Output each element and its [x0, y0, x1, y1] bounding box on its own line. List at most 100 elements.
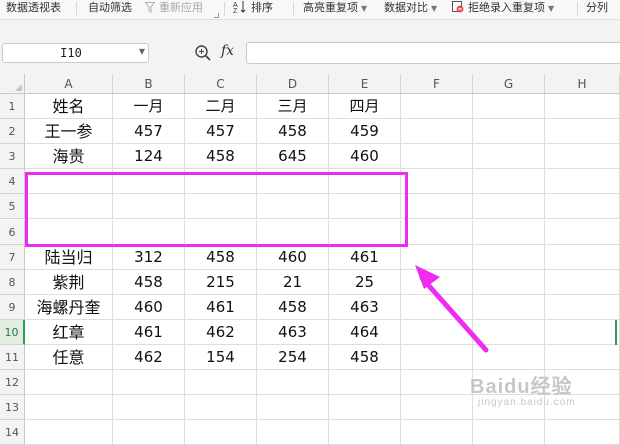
cell-b3[interactable]: 124: [113, 144, 185, 170]
row-header-14[interactable]: 14: [0, 420, 25, 445]
column-header-a[interactable]: A: [25, 74, 113, 94]
cell-c10[interactable]: 462: [185, 319, 257, 345]
cell-d3[interactable]: 645: [257, 144, 329, 170]
auto-filter-button[interactable]: 自动筛选: [88, 0, 132, 18]
column-header-e[interactable]: E: [329, 74, 401, 94]
row-header-8[interactable]: 8: [0, 269, 25, 295]
cell-g5[interactable]: [473, 194, 545, 220]
cell-a12[interactable]: [25, 370, 113, 396]
cell-e8[interactable]: 25: [329, 269, 401, 295]
row-header-4[interactable]: 4: [0, 169, 25, 195]
cell-d2[interactable]: 458: [257, 119, 329, 145]
cell-d9[interactable]: 458: [257, 294, 329, 320]
column-header-d[interactable]: D: [257, 74, 329, 94]
cell-b8[interactable]: 458: [113, 269, 185, 295]
column-header-b[interactable]: B: [113, 74, 185, 94]
cell-a1[interactable]: 姓名: [25, 94, 113, 120]
cell-c11[interactable]: 154: [185, 345, 257, 371]
row-header-13[interactable]: 13: [0, 395, 25, 421]
cell-f13[interactable]: [401, 395, 473, 421]
cell-g3[interactable]: [473, 144, 545, 170]
cell-e2[interactable]: 459: [329, 119, 401, 145]
cell-c13[interactable]: [185, 395, 257, 421]
cell-f3[interactable]: [401, 144, 473, 170]
cell-a13[interactable]: [25, 395, 113, 421]
cell-h10[interactable]: [545, 319, 620, 345]
cell-f1[interactable]: [401, 94, 473, 120]
cell-h6[interactable]: [545, 219, 620, 245]
cell-c12[interactable]: [185, 370, 257, 396]
cell-b12[interactable]: [113, 370, 185, 396]
row-header-3[interactable]: 3: [0, 144, 25, 170]
cell-h3[interactable]: [545, 144, 620, 170]
row-header-12[interactable]: 12: [0, 370, 25, 396]
column-header-g[interactable]: G: [473, 74, 545, 94]
cell-f14[interactable]: [401, 420, 473, 445]
cell-b14[interactable]: [113, 420, 185, 445]
cell-d1[interactable]: 三月: [257, 94, 329, 120]
cell-c1[interactable]: 二月: [185, 94, 257, 120]
cell-c8[interactable]: 215: [185, 269, 257, 295]
row-header-11[interactable]: 11: [0, 345, 25, 371]
cell-a9[interactable]: 海螺丹奎: [25, 294, 113, 320]
cell-c2[interactable]: 457: [185, 119, 257, 145]
cell-e10[interactable]: 464: [329, 319, 401, 345]
cell-d7[interactable]: 460: [257, 244, 329, 270]
cell-b2[interactable]: 457: [113, 119, 185, 145]
cell-h9[interactable]: [545, 294, 620, 320]
zoom-search-icon[interactable]: [194, 44, 212, 66]
cell-f5[interactable]: [401, 194, 473, 220]
cell-f4[interactable]: [401, 169, 473, 195]
name-box[interactable]: I10 ▼: [2, 43, 149, 63]
cell-f12[interactable]: [401, 370, 473, 396]
cell-e1[interactable]: 四月: [329, 94, 401, 120]
cell-b9[interactable]: 460: [113, 294, 185, 320]
cell-e11[interactable]: 458: [329, 345, 401, 371]
data-compare-button[interactable]: 数据对比 ▼: [384, 0, 437, 18]
cell-g1[interactable]: [473, 94, 545, 120]
cell-h11[interactable]: [545, 345, 620, 371]
cell-g6[interactable]: [473, 219, 545, 245]
row-header-7[interactable]: 7: [0, 244, 25, 270]
cell-b11[interactable]: 462: [113, 345, 185, 371]
column-header-c[interactable]: C: [185, 74, 257, 94]
cell-b7[interactable]: 312: [113, 244, 185, 270]
row-header-10[interactable]: 10: [0, 319, 25, 345]
cell-d12[interactable]: [257, 370, 329, 396]
cell-d8[interactable]: 21: [257, 269, 329, 295]
cell-f2[interactable]: [401, 119, 473, 145]
cell-a14[interactable]: [25, 420, 113, 445]
formula-input[interactable]: [246, 42, 620, 64]
chevron-down-icon[interactable]: ▼: [139, 47, 145, 56]
column-header-h[interactable]: H: [545, 74, 620, 94]
cell-d10[interactable]: 463: [257, 319, 329, 345]
cell-c14[interactable]: [185, 420, 257, 445]
select-all-corner[interactable]: [0, 74, 25, 94]
cell-a2[interactable]: 王一参: [25, 119, 113, 145]
reject-duplicates-button[interactable]: 拒绝录入重复项 ▼: [452, 0, 554, 18]
row-header-6[interactable]: 6: [0, 219, 25, 245]
cell-d14[interactable]: [257, 420, 329, 445]
group-launcher-icon[interactable]: [214, 13, 219, 18]
cell-h4[interactable]: [545, 169, 620, 195]
cell-d11[interactable]: 254: [257, 345, 329, 371]
cell-g4[interactable]: [473, 169, 545, 195]
cell-d13[interactable]: [257, 395, 329, 421]
row-header-9[interactable]: 9: [0, 294, 25, 320]
cell-f6[interactable]: [401, 219, 473, 245]
split-column-button[interactable]: 分列: [586, 0, 608, 18]
cell-a11[interactable]: 任意: [25, 345, 113, 371]
cell-e13[interactable]: [329, 395, 401, 421]
cell-e3[interactable]: 460: [329, 144, 401, 170]
row-header-2[interactable]: 2: [0, 119, 25, 145]
cell-c3[interactable]: 458: [185, 144, 257, 170]
cell-h1[interactable]: [545, 94, 620, 120]
row-header-1[interactable]: 1: [0, 94, 25, 120]
cell-h7[interactable]: [545, 244, 620, 270]
cell-e14[interactable]: [329, 420, 401, 445]
cell-e12[interactable]: [329, 370, 401, 396]
cell-e9[interactable]: 463: [329, 294, 401, 320]
cell-c9[interactable]: 461: [185, 294, 257, 320]
cell-a10[interactable]: 红章: [25, 319, 113, 345]
cell-a3[interactable]: 海贵: [25, 144, 113, 170]
